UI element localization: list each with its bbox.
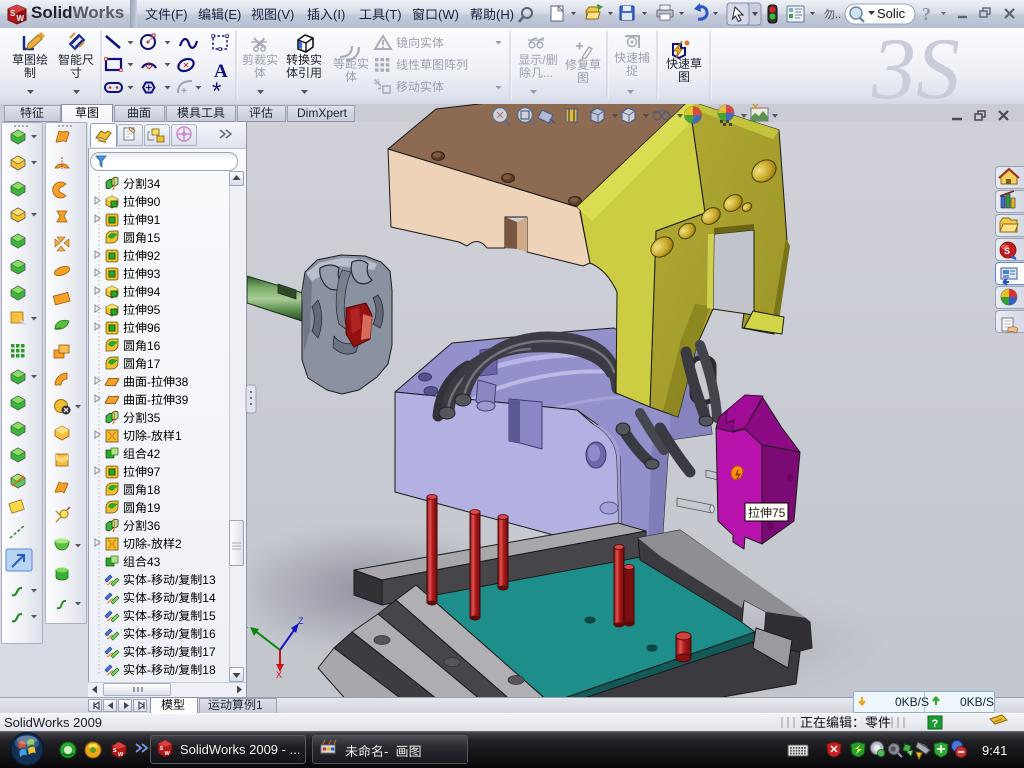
svg-text:X: X (276, 670, 282, 680)
svg-text:Z: Z (298, 616, 304, 626)
